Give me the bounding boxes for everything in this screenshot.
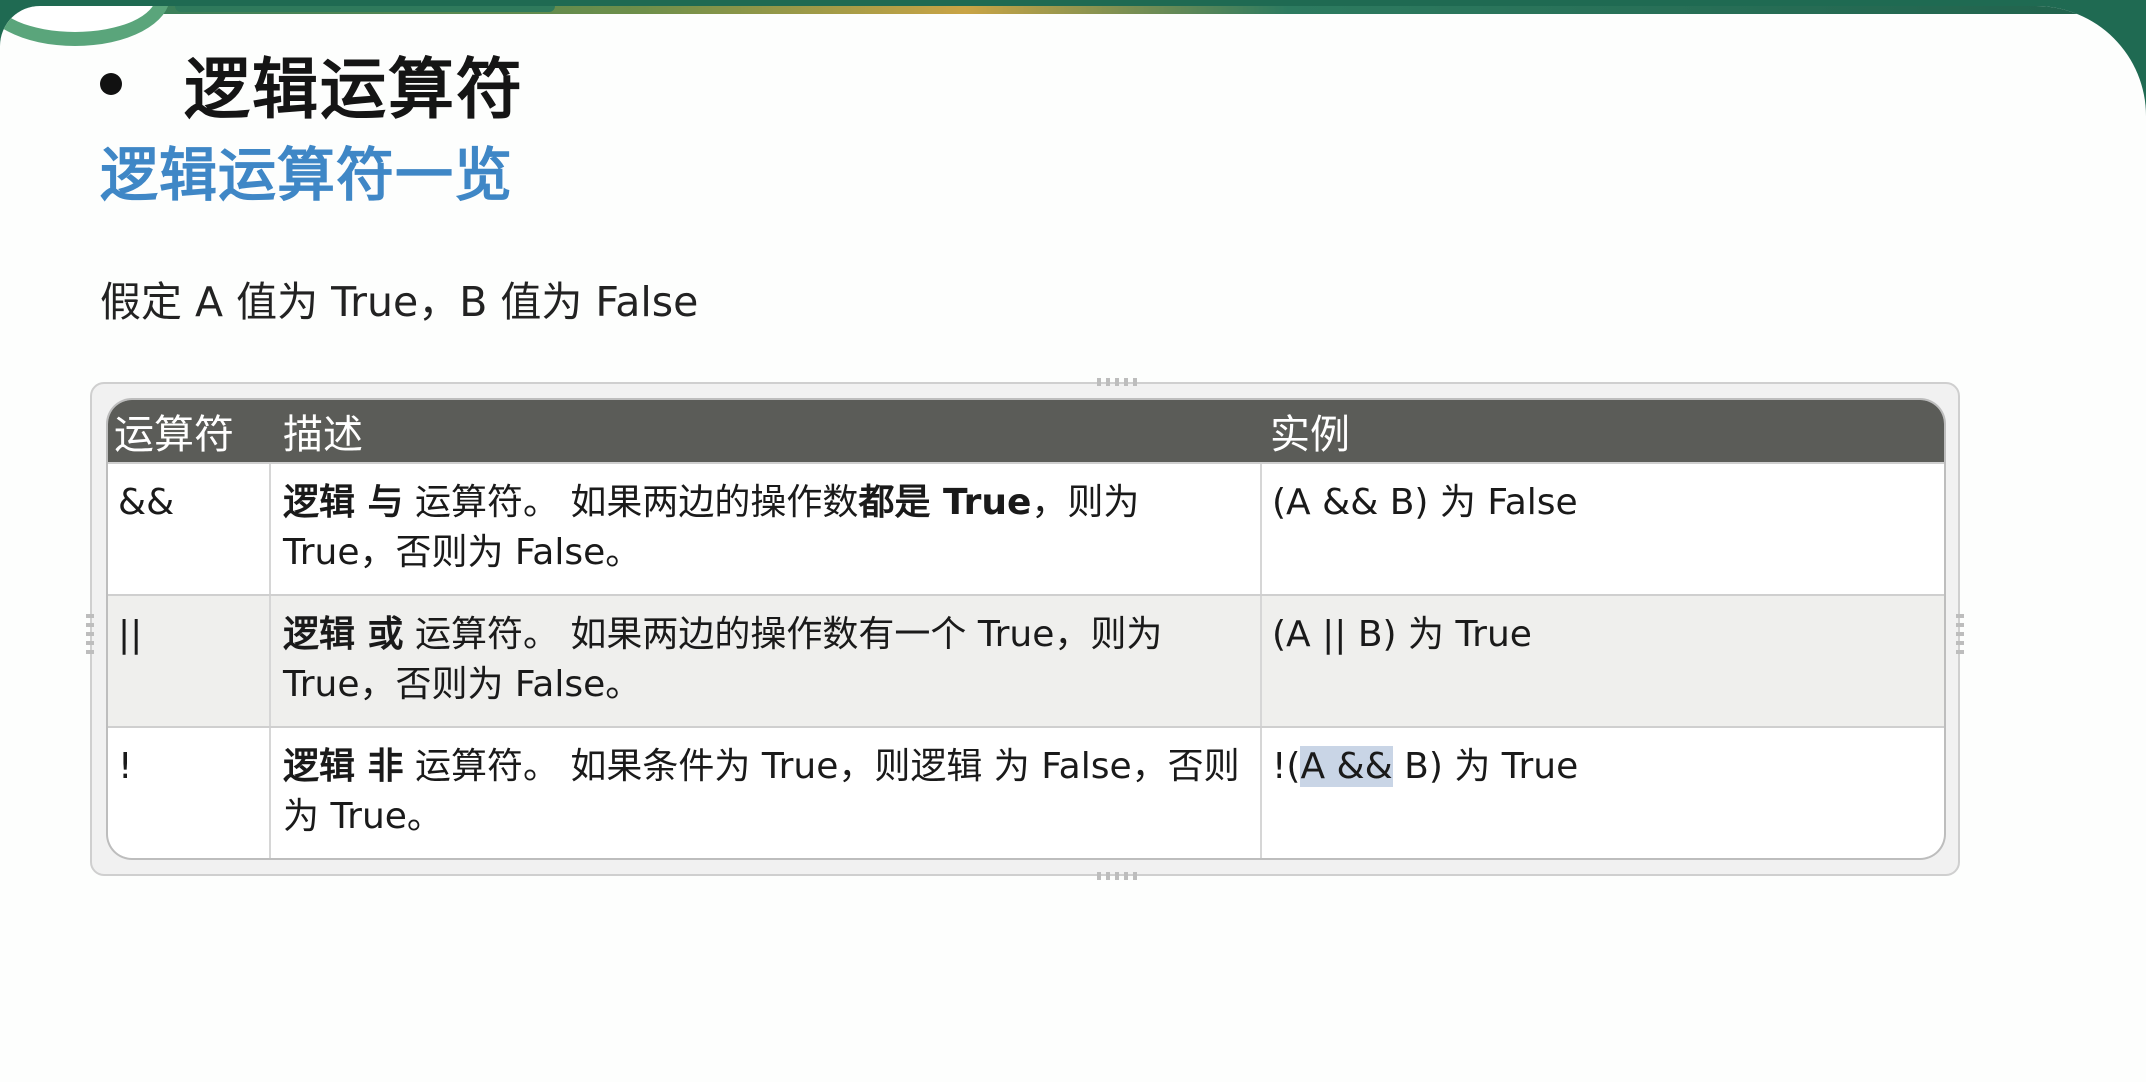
description-bold: 逻辑 与 (283, 482, 404, 523)
heading-row: 逻辑运算符 (100, 36, 524, 132)
description-cell: 逻辑 与 运算符。 如果两边的操作数都是 True，则为 True，否则为 Fa… (271, 464, 1262, 594)
operator-cell: && (108, 464, 271, 594)
table-header-row: 运算符 描述 实例 (108, 400, 1944, 462)
operator-cell: || (108, 596, 271, 726)
operators-table: 运算符 描述 实例 && 逻辑 与 运算符。 如果两边的操作数都是 True，则… (108, 400, 1944, 858)
table-row-not: ! 逻辑 非 运算符。 如果条件为 True，则逻辑 为 False，否则为 T… (108, 726, 1944, 858)
slide: 逻辑运算符 逻辑运算符一览 假定 A 值为 True，B 值为 False 运算… (0, 6, 2146, 1082)
bullet-icon (100, 73, 122, 95)
table-row-and: && 逻辑 与 运算符。 如果两边的操作数都是 True，则为 True，否则为… (108, 462, 1944, 594)
description-bold: 都是 True (858, 482, 1032, 523)
page-title: 逻辑运算符 (184, 51, 524, 128)
description-bold: 逻辑 非 (283, 746, 404, 787)
description-cell: 逻辑 或 运算符。 如果两边的操作数有一个 True，则为 True，否则为 F… (271, 596, 1262, 726)
example-suffix: B) 为 True (1392, 746, 1579, 787)
example-cell[interactable]: !(A && B) 为 True (1262, 728, 1944, 858)
example-cell: (A || B) 为 True (1272, 614, 1532, 655)
table-selection-frame[interactable]: 运算符 描述 实例 && 逻辑 与 运算符。 如果两边的操作数都是 True，则… (86, 378, 1964, 880)
description-text: 运算符。 如果条件为 True，则逻辑 为 False，否则为 True。 (283, 746, 1240, 837)
selected-text-highlight[interactable]: A && (1300, 746, 1393, 787)
resize-handle-top[interactable] (1097, 378, 1139, 386)
description-bold: 逻辑 或 (283, 614, 404, 655)
resize-handle-bottom[interactable] (1097, 872, 1139, 880)
operator-cell: ! (108, 728, 271, 858)
description-text: 运算符。 如果两边的操作数有一个 True，则为 True，否则为 False。 (283, 614, 1163, 705)
resize-handle-left[interactable] (86, 614, 94, 656)
table-row-or: || 逻辑 或 运算符。 如果两边的操作数有一个 True，则为 True，否则… (108, 594, 1944, 726)
header-example: 实例 (1270, 412, 1350, 458)
example-prefix: !( (1272, 746, 1301, 787)
description-cell: 逻辑 非 运算符。 如果条件为 True，则逻辑 为 False，否则为 Tru… (271, 728, 1262, 858)
header-operator: 运算符 (114, 412, 234, 458)
logo-text-fragment (175, 6, 555, 12)
resize-handle-right[interactable] (1956, 614, 1964, 656)
example-cell: (A && B) 为 False (1272, 482, 1578, 523)
description-text: 运算符。 如果两边的操作数 (403, 482, 859, 523)
section-subtitle: 逻辑运算符一览 (100, 141, 514, 209)
assumption-text: 假定 A 值为 True，B 值为 False (100, 278, 699, 326)
header-description: 描述 (283, 412, 363, 458)
